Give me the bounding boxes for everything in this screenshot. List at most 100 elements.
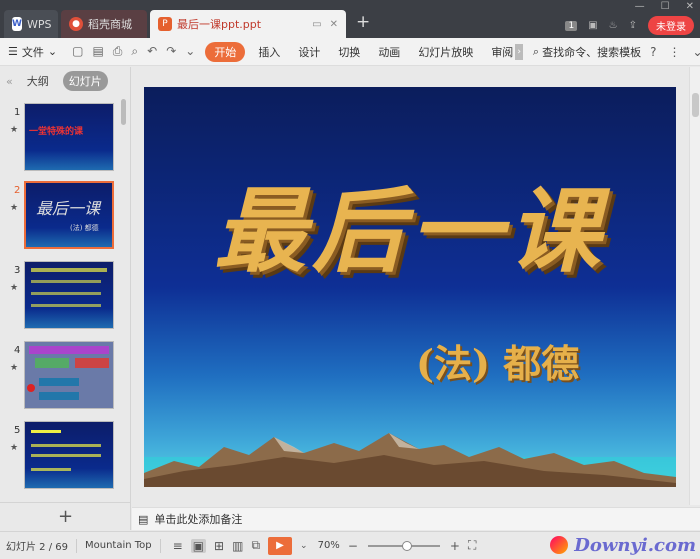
slide-number: 3 — [14, 265, 21, 276]
slide-counter: 幻灯片 2 / 69 — [6, 542, 68, 553]
window-controls: — ☐ ✕ — [635, 1, 694, 12]
zoom-slider-knob[interactable] — [401, 540, 412, 551]
tab-slides[interactable]: 幻灯片 — [62, 71, 108, 91]
canvas-scrollbar[interactable] — [689, 67, 700, 505]
notes-toggle-icon[interactable]: ≡ — [173, 539, 183, 553]
more-options-icon[interactable]: ⋮ — [668, 45, 680, 59]
slide-title[interactable]: 最后一课 — [214, 157, 606, 290]
zoom-slider[interactable] — [367, 540, 440, 551]
animation-star-icon: ★ — [10, 363, 19, 373]
command-search[interactable]: ⌕ 查找命令、搜索模板 — [523, 44, 650, 60]
menu-bar: ☰ 文件 ⌄ ▢ ▤ ⎙ ⌕ ↶ ↷ ⌄ 开始 插入 设计 切换 动画 幻灯片放… — [0, 38, 700, 66]
tab-outline[interactable]: 大纲 — [21, 71, 55, 91]
tab-start[interactable]: 开始 — [205, 41, 246, 62]
tab-wps[interactable]: W WPS — [4, 10, 58, 38]
quick-access: ▢ ▤ ⎙ ⌕ ↶ ↷ ⌄ — [66, 44, 201, 59]
slide-thumbnail[interactable] — [24, 421, 114, 489]
pin-icon[interactable]: ▭ — [312, 19, 321, 30]
tab-label: 最后一课ppt.ppt — [177, 18, 262, 31]
scrollbar-thumb[interactable] — [692, 93, 699, 117]
slide-thumbnail[interactable]: 一堂特殊的课 — [24, 103, 114, 171]
animation-star-icon: ★ — [10, 443, 19, 453]
thumbnail-scrollbar[interactable] — [121, 99, 126, 125]
search-icon: ⌕ — [532, 44, 540, 58]
titlebar-right: 1 ▣ ♨ ⇪ 未登录 — [565, 16, 694, 35]
menubar-right: ? ⋮ ⌄ — [650, 45, 700, 59]
undo-icon[interactable]: ↶ — [147, 44, 157, 59]
close-tab-icon[interactable]: ✕ — [330, 19, 338, 30]
theme-name[interactable]: Mountain Top — [85, 540, 152, 551]
title-bar: — ☐ ✕ W WPS ● 稻壳商城 P 最后一课ppt.ppt ▭ ✕ + 1… — [0, 0, 700, 38]
watermark-logo-icon — [550, 536, 569, 554]
fit-window-icon[interactable]: ⛶ — [468, 538, 476, 553]
slide-thumbnail-selected[interactable]: 最后一课 (法) 都德 — [24, 181, 114, 249]
tab-animation[interactable]: 动画 — [369, 44, 409, 60]
slide-thumb-text: 最后一课 — [36, 199, 101, 218]
hamburger-icon: ☰ — [8, 45, 18, 58]
reading-view-icon[interactable]: ▥ — [232, 539, 243, 553]
share-icon[interactable]: ⇪ — [629, 20, 637, 31]
tab-transition[interactable]: 切换 — [329, 44, 369, 60]
window-count-badge[interactable]: 1 — [565, 20, 578, 31]
animation-star-icon: ★ — [10, 125, 19, 135]
tab-review[interactable]: 审阅 — [482, 44, 515, 60]
slide-thumb-subtext: (法) 都德 — [70, 224, 99, 232]
slide-thumbnails[interactable]: 1 ★ 一堂特殊的课 2 ★ 最后一课 (法) 都德 3 ★ 4 ★ 5 ★ — [0, 97, 131, 501]
slide-thumbnail[interactable] — [24, 341, 114, 409]
close-window-icon[interactable]: ✕ — [686, 1, 694, 12]
watermark-text: Downyi.com — [574, 534, 696, 556]
tab-label: WPS — [26, 17, 52, 31]
skin-icon[interactable]: ▣ — [588, 20, 597, 31]
slide-panel: « 大纲 幻灯片 1 ★ 一堂特殊的课 2 ★ 最后一课 (法) 都德 3 ★ — [0, 67, 131, 530]
normal-view-icon[interactable]: ▣ — [190, 538, 207, 553]
notes-placeholder[interactable]: 单击此处添加备注 — [154, 511, 242, 527]
watermark: Downyi.com — [550, 531, 696, 559]
chevron-down-icon: ⌄ — [47, 45, 58, 58]
slide-number: 5 — [14, 425, 21, 436]
maximize-icon[interactable]: ☐ — [661, 1, 670, 12]
tab-document[interactable]: P 最后一课ppt.ppt ▭ ✕ — [150, 10, 346, 38]
panel-tabs: « 大纲 幻灯片 — [0, 67, 130, 95]
file-menu[interactable]: ☰ 文件 ⌄ — [0, 44, 66, 60]
save-icon[interactable]: ▢ — [72, 44, 83, 59]
tab-insert[interactable]: 插入 — [249, 44, 289, 60]
collapse-ribbon-icon[interactable]: ⌄ — [692, 45, 700, 59]
print-icon[interactable]: ⎙ — [113, 44, 123, 59]
collapse-panel-icon[interactable]: « — [6, 75, 13, 88]
tab-design[interactable]: 设计 — [289, 44, 329, 60]
slide-canvas: 最后一课 (法) 都德 — [132, 67, 688, 505]
minimize-icon[interactable]: — — [635, 1, 645, 12]
more-icon[interactable]: ⌄ — [185, 44, 195, 59]
slide-thumbnail[interactable] — [24, 261, 114, 329]
redo-icon[interactable]: ↷ — [166, 44, 176, 59]
tab-docer-store[interactable]: ● 稻壳商城 — [61, 10, 147, 38]
more-tabs-button[interactable]: › — [515, 43, 523, 60]
print-preview-icon[interactable]: ⌕ — [131, 44, 138, 59]
slide-number: 1 — [14, 107, 21, 118]
ppt-file-icon: P — [158, 17, 172, 31]
add-slide-button[interactable]: + — [0, 502, 131, 530]
export-pdf-icon[interactable]: ▤ — [92, 44, 103, 59]
presenter-view-icon[interactable]: ⧉ — [251, 538, 260, 553]
help-icon[interactable]: ? — [650, 45, 656, 59]
login-button[interactable]: 未登录 — [648, 16, 694, 35]
gift-icon[interactable]: ♨ — [609, 20, 618, 31]
tab-slideshow[interactable]: 幻灯片放映 — [409, 44, 482, 60]
notes-area[interactable]: ▤ 单击此处添加备注 — [132, 507, 700, 530]
current-slide[interactable]: 最后一课 (法) 都德 — [144, 87, 676, 487]
chevron-down-icon[interactable]: ⌄ — [300, 541, 308, 551]
zoom-level[interactable]: 70% — [318, 540, 340, 551]
wps-logo-icon: W — [12, 17, 22, 31]
slide-sorter-icon[interactable]: ⊞ — [214, 539, 224, 553]
zoom-out-icon[interactable]: − — [348, 539, 358, 553]
slide-subtitle[interactable]: (法) 都德 — [416, 333, 579, 388]
animation-star-icon: ★ — [10, 203, 19, 213]
slide-number: 2 — [14, 185, 21, 196]
zoom-in-icon[interactable]: + — [450, 539, 460, 553]
flame-icon: ● — [69, 17, 83, 31]
slide-number: 4 — [14, 345, 21, 356]
play-slideshow-button[interactable]: ▶ — [268, 536, 293, 555]
new-tab-button[interactable]: + — [356, 14, 370, 31]
animation-star-icon: ★ — [10, 283, 19, 293]
tab-label: 稻壳商城 — [88, 18, 132, 31]
